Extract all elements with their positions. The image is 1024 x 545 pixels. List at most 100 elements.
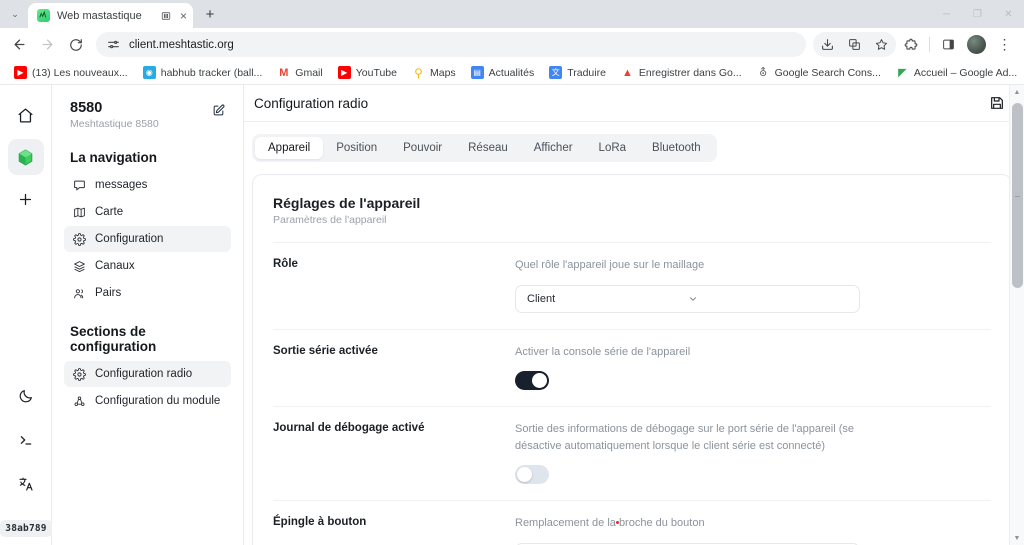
node-header: 8580 Meshtastique 8580: [64, 99, 231, 130]
new-tab-button[interactable]: +: [197, 1, 223, 27]
bookmark-item[interactable]: ◉ habhub tracker (ball...: [137, 64, 269, 81]
tab-pouvoir[interactable]: Pouvoir: [390, 137, 455, 159]
sidebar-item-configuration-radio[interactable]: Configuration radio: [64, 361, 231, 387]
tune-icon[interactable]: [107, 38, 120, 51]
browser-tab[interactable]: Web mastastique ×: [28, 3, 193, 28]
tab-search-chevron-icon[interactable]: ⌄: [2, 0, 28, 28]
profile-avatar[interactable]: [967, 35, 986, 54]
plus-icon: [17, 191, 34, 208]
sidebar-item-pairs[interactable]: Pairs: [64, 280, 231, 306]
edit-node-button[interactable]: [209, 101, 227, 119]
role-select[interactable]: Client: [515, 285, 860, 313]
bookmark-star-icon[interactable]: [868, 31, 895, 58]
console-button[interactable]: [8, 422, 44, 458]
browser-menu-icon[interactable]: ⋮: [991, 31, 1018, 58]
sidebar-item-messages[interactable]: messages: [64, 172, 231, 198]
save-drive-icon: ▲: [621, 66, 634, 79]
sidebar-item-label: Configuration: [95, 233, 163, 245]
habhub-icon: ◉: [143, 66, 156, 79]
card-title: Réglages de l'appareil: [273, 195, 991, 211]
map-icon: [72, 205, 86, 219]
bookmark-label: Actualités: [489, 67, 535, 79]
page-scrollbar[interactable]: ▲ ▼: [1009, 85, 1024, 545]
language-button[interactable]: [8, 466, 44, 502]
bookmark-item[interactable]: ⚲ Maps: [406, 64, 462, 81]
debug-log-toggle[interactable]: [515, 465, 549, 484]
scrollbar-thumb[interactable]: [1012, 103, 1023, 288]
extensions-icon[interactable]: [897, 31, 924, 58]
scroll-down-arrow-icon[interactable]: ▼: [1014, 531, 1021, 545]
tab-appareil[interactable]: Appareil: [255, 137, 323, 159]
google-ads-icon: ◤: [896, 66, 909, 79]
node-id: 8580: [70, 99, 209, 117]
bookmark-item[interactable]: ▲ Enregistrer dans Go...: [615, 64, 748, 81]
sidebar-group-navigation: La navigation messages Carte: [64, 150, 231, 306]
modules-icon: [72, 394, 86, 408]
scroll-up-arrow-icon[interactable]: ▲: [1014, 85, 1021, 99]
sidebar-item-carte[interactable]: Carte: [64, 199, 231, 225]
back-button[interactable]: [6, 31, 33, 58]
node-cube-icon: [16, 148, 35, 167]
rail-item-home[interactable]: [8, 97, 44, 133]
minimize-button[interactable]: ─: [931, 0, 962, 28]
tab-lora[interactable]: LoRa: [586, 137, 640, 159]
tab-reseau[interactable]: Réseau: [455, 137, 521, 159]
rail-item-add[interactable]: [8, 181, 44, 217]
tab-media-icon[interactable]: [159, 9, 173, 23]
tab-bluetooth[interactable]: Bluetooth: [639, 137, 714, 159]
address-bar-url: client.meshtastic.org: [129, 39, 234, 51]
youtube-icon: ▶: [14, 66, 27, 79]
sidebar-item-configuration-module[interactable]: Configuration du module: [64, 388, 231, 414]
layers-icon: [72, 259, 86, 273]
translate-icon[interactable]: [841, 31, 868, 58]
tab-afficher[interactable]: Afficher: [521, 137, 586, 159]
serial-output-toggle[interactable]: [515, 371, 549, 390]
maximize-button[interactable]: ❐: [962, 0, 993, 28]
tab-position[interactable]: Position: [323, 137, 390, 159]
field-button-pin: Épingle à bouton Remplacement de la broc…: [273, 500, 991, 545]
bookmark-label: habhub tracker (ball...: [161, 67, 263, 79]
sidebar-item-configuration[interactable]: Configuration: [64, 226, 231, 252]
reload-button[interactable]: [62, 31, 89, 58]
bookmark-item[interactable]: ▤ Actualités: [465, 64, 541, 81]
tab-strip: ⌄ Web mastastique × + ─ ❐ ✕: [0, 0, 1024, 28]
rail-item-node[interactable]: [8, 139, 44, 175]
sidebar-item-label: Configuration radio: [95, 368, 192, 380]
page-title: Configuration radio: [254, 96, 986, 111]
bookmark-item[interactable]: ▶ YouTube: [332, 64, 403, 81]
edit-pencil-icon: [212, 104, 225, 117]
forward-button[interactable]: [34, 31, 61, 58]
device-settings-card: Réglages de l'appareil Paramètres de l'a…: [252, 174, 1012, 545]
sidebar-item-label: Canaux: [95, 260, 135, 272]
main-header: Configuration radio: [244, 85, 1024, 122]
cursor-marker: [616, 521, 619, 524]
app-sidebar: 8580 Meshtastique 8580 La navigation mes…: [52, 85, 244, 545]
maps-pin-icon: ⚲: [412, 66, 425, 79]
chevron-down-icon: [688, 294, 849, 304]
bookmark-item[interactable]: M Gmail: [271, 64, 328, 81]
field-description: Remplacement de la broche du bouton: [515, 515, 860, 532]
install-app-icon[interactable]: [814, 31, 841, 58]
moon-icon: [18, 388, 34, 404]
scrollbar-track[interactable]: [1010, 99, 1024, 531]
save-config-button[interactable]: [986, 92, 1008, 114]
main-body: Appareil Position Pouvoir Réseau Affiche…: [244, 122, 1024, 545]
toolbar-divider: [929, 37, 930, 52]
side-panel-icon[interactable]: [935, 31, 962, 58]
bookmark-item[interactable]: ⛢ Google Search Cons...: [751, 64, 887, 81]
bookmark-item[interactable]: ▶ (13) Les nouveaux...: [8, 64, 134, 81]
close-window-button[interactable]: ✕: [993, 0, 1024, 28]
tab-close-icon[interactable]: ×: [180, 10, 187, 22]
sidebar-item-canaux[interactable]: Canaux: [64, 253, 231, 279]
bookmarks-bar: ▶ (13) Les nouveaux... ◉ habhub tracker …: [0, 61, 1024, 85]
bookmark-item[interactable]: ◤ Accueil – Google Ad...: [890, 64, 1023, 81]
theme-toggle-button[interactable]: [8, 378, 44, 414]
address-bar[interactable]: client.meshtastic.org: [96, 32, 806, 57]
browser-window: ⌄ Web mastastique × + ─ ❐ ✕: [0, 0, 1024, 545]
sidebar-item-label: Configuration du module: [95, 395, 220, 407]
bookmark-label: (13) Les nouveaux...: [32, 67, 128, 79]
bookmark-item[interactable]: 文 Traduire: [543, 64, 612, 81]
bookmark-label: Accueil – Google Ad...: [914, 67, 1017, 79]
field-label: Rôle: [273, 257, 495, 270]
youtube-icon: ▶: [338, 66, 351, 79]
